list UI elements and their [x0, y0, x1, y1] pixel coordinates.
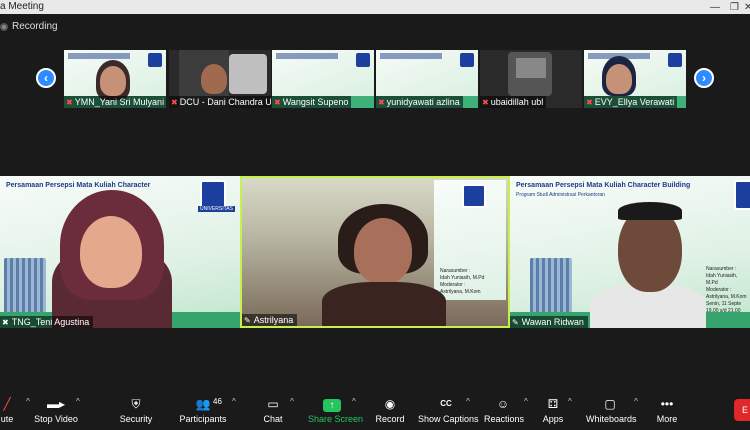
- participant-name: ✖ EVY_Ellya Verawati: [584, 96, 678, 108]
- mute-button[interactable]: ╱ ute: [0, 395, 14, 425]
- slide-info: Narasumber : Idah Yuniasih, M.Pd Moderat…: [706, 266, 747, 314]
- participant-thumb[interactable]: ✖ DCU - Dani Chandra U...: [169, 50, 271, 108]
- record-button[interactable]: ◉ Record: [374, 395, 406, 425]
- whiteboards-button[interactable]: ▢ Whiteboards: [586, 395, 637, 425]
- participants-options-caret[interactable]: ^: [232, 397, 236, 406]
- security-button[interactable]: ⛨ Security: [118, 395, 154, 425]
- window-titlebar: a Meeting — ❐ ✕: [0, 0, 750, 14]
- participant-thumb[interactable]: ✖ YMN_Yani Sri Mulyani: [64, 50, 166, 108]
- chat-options-caret[interactable]: ^: [290, 397, 294, 406]
- close-icon[interactable]: ✕: [744, 1, 750, 15]
- stop-video-button[interactable]: ▬▸ Stop Video: [34, 395, 78, 425]
- slide-inset: Narasumber : Idah Yuniasih, M.Pd Moderat…: [434, 180, 506, 300]
- recording-icon: [0, 23, 8, 31]
- muted-mic-icon: ✖: [171, 98, 178, 107]
- video-options-caret[interactable]: ^: [76, 397, 80, 406]
- muted-mic-icon: ✖: [586, 98, 593, 107]
- muted-mic-icon: ✖: [482, 98, 489, 107]
- video-camera-icon: ▬▸: [46, 397, 66, 411]
- reactions-options-caret[interactable]: ^: [524, 397, 528, 406]
- reactions-button[interactable]: ☺ Reactions: [484, 395, 524, 425]
- participant-name: ✖ YMN_Yani Sri Mulyani: [64, 96, 166, 108]
- shield-icon: ⛨: [131, 397, 141, 411]
- building-graphic: [4, 258, 46, 314]
- building-graphic: [530, 258, 572, 314]
- slide-subtitle: Program Studi Administrasi Perkantoran: [516, 192, 605, 198]
- apps-options-caret[interactable]: ^: [568, 397, 572, 406]
- end-meeting-button[interactable]: E: [734, 399, 750, 421]
- whiteboards-options-caret[interactable]: ^: [634, 397, 638, 406]
- participant-name: ✖ DCU - Dani Chandra U...: [169, 96, 271, 108]
- muted-mic-icon: ✖: [2, 318, 9, 327]
- recording-label: Recording: [12, 21, 58, 32]
- mute-options-caret[interactable]: ^: [26, 397, 30, 406]
- meeting-toolbar: ╱ ute ^ ▬▸ Stop Video ^ ⛨ Security 👥 Par…: [0, 393, 750, 430]
- more-button[interactable]: ••• More: [656, 395, 678, 425]
- video-tile-active-speaker[interactable]: Narasumber : Idah Yuniasih, M.Pd Moderat…: [240, 176, 510, 328]
- participant-thumb[interactable]: ✖ EVY_Ellya Verawati: [584, 50, 686, 108]
- chat-bubble-icon: ▭: [267, 397, 279, 411]
- participant-name: ✎ Astrilyana: [242, 314, 298, 326]
- muted-mic-icon: ✖: [378, 98, 385, 107]
- chat-button[interactable]: ▭ Chat: [260, 395, 286, 425]
- more-dots-icon: •••: [660, 397, 674, 411]
- captions-options-caret[interactable]: ^: [466, 397, 470, 406]
- muted-mic-icon: ✖: [66, 98, 73, 107]
- apps-icon: ⚃: [547, 397, 559, 411]
- minimize-icon[interactable]: —: [710, 1, 720, 15]
- apps-button[interactable]: ⚃ Apps: [540, 395, 566, 425]
- unmuted-mic-icon: ✎: [512, 318, 519, 327]
- slide-title: Persamaan Persepsi Mata Kuliah Character: [6, 182, 151, 189]
- slide-title: Persamaan Persepsi Mata Kuliah Character…: [516, 182, 691, 189]
- smiley-plus-icon: ☺: [496, 397, 510, 411]
- participant-name: ✖ yunidyawati azlina: [376, 96, 463, 108]
- video-tile-right[interactable]: Persamaan Persepsi Mata Kuliah Character…: [510, 176, 750, 328]
- participant-thumb[interactable]: ✖ yunidyawati azlina: [376, 50, 478, 108]
- participant-name: ✖ Wangsit Supeno: [272, 96, 352, 108]
- participant-strip: ‹ ✖ YMN_Yani Sri Mulyani ✖ DCU - Dani Chan…: [0, 50, 750, 108]
- participant-thumb[interactable]: ✖ Wangsit Supeno: [272, 50, 374, 108]
- share-screen-icon: ↑: [323, 399, 341, 412]
- participants-count: 46: [213, 397, 222, 406]
- university-logo: [734, 180, 750, 210]
- participant-name: ✖ ubaidillah ubl: [480, 96, 547, 108]
- share-options-caret[interactable]: ^: [352, 397, 356, 406]
- unmuted-mic-icon: ✎: [244, 316, 251, 325]
- whiteboard-icon: ▢: [604, 397, 616, 411]
- window-title: a Meeting: [0, 1, 44, 12]
- prev-page-icon[interactable]: ‹: [36, 68, 56, 88]
- video-tile-left[interactable]: Persamaan Persepsi Mata Kuliah Character…: [0, 176, 240, 328]
- university-logo-text: UNIVERSITAS: [198, 206, 235, 212]
- mic-icon: ╱: [3, 397, 11, 411]
- next-page-icon[interactable]: ›: [694, 68, 714, 88]
- share-screen-button[interactable]: ↑ Share Screen: [308, 395, 363, 425]
- participant-thumb[interactable]: ✖ ubaidillah ubl: [480, 50, 582, 108]
- muted-mic-icon: ✖: [274, 98, 281, 107]
- record-icon: ◉: [384, 397, 396, 411]
- participant-name: ✎ Wawan Ridwan: [510, 316, 588, 328]
- restore-icon[interactable]: ❐: [730, 1, 739, 15]
- participant-name: ✖ TNG_Teni Agustina: [0, 316, 94, 328]
